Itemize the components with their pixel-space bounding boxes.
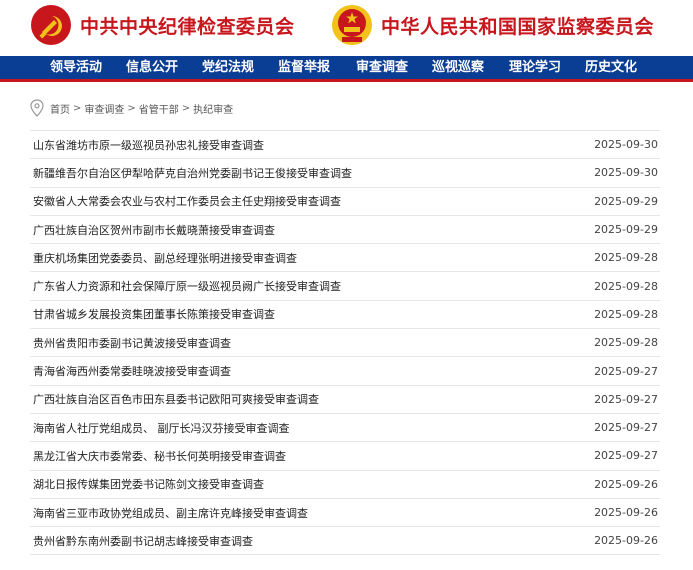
- article-date: 2025-09-29: [594, 194, 658, 208]
- list-item[interactable]: 广西壮族自治区贺州市副市长戴晓萧接受审查调查 2025-09-29: [30, 216, 660, 245]
- list-item[interactable]: 海南省三亚市政协党组成员、副主席许克峰接受审查调查 2025-09-26: [30, 499, 660, 528]
- national-emblem-icon: [332, 5, 372, 45]
- nsc-title: 中华人民共和国国家监察委员会: [381, 15, 655, 38]
- list-item[interactable]: 甘肃省城乡发展投资集团董事长陈策接受审查调查 2025-09-28: [30, 301, 660, 330]
- article-date: 2025-09-27: [594, 449, 658, 463]
- breadcrumb-provincial-officials[interactable]: 省管干部: [139, 101, 179, 116]
- list-item[interactable]: 黑龙江省大庆市委常委、秘书长何英明接受审查调查 2025-09-27: [30, 442, 660, 471]
- breadcrumb-investigation[interactable]: 审查调查: [84, 101, 124, 116]
- article-title[interactable]: 广西壮族自治区贺州市副市长戴晓萧接受审查调查: [30, 222, 275, 238]
- article-date: 2025-09-30: [594, 138, 658, 152]
- article-title[interactable]: 广东省人力资源和社会保障厅原一级巡视员阙广长接受审查调查: [30, 278, 341, 294]
- nav-item-leadership[interactable]: 领导活动: [50, 56, 102, 79]
- article-title[interactable]: 海南省人社厅党组成员、 副厅长冯汉芬接受审查调查: [30, 420, 290, 436]
- location-pin-icon: [30, 99, 44, 117]
- list-item[interactable]: 广西壮族自治区百色市田东县委书记欧阳可爽接受审查调查 2025-09-27: [30, 386, 660, 414]
- breadcrumb-home[interactable]: 首页: [50, 101, 70, 116]
- article-title[interactable]: 山东省潍坊市原一级巡视员孙忠礼接受审查调查: [30, 137, 264, 153]
- article-title[interactable]: 甘肃省城乡发展投资集团董事长陈策接受审查调查: [30, 306, 275, 322]
- article-title[interactable]: 新疆维吾尔自治区伊犁哈萨克自治州党委副书记王俊接受审查调查: [30, 165, 352, 181]
- article-date: 2025-09-27: [594, 421, 658, 435]
- article-title[interactable]: 贵州省贵阳市委副书记黄波接受审查调查: [30, 335, 231, 351]
- article-title[interactable]: 海南省三亚市政协党组成员、副主席许克峰接受审查调查: [30, 505, 308, 521]
- breadcrumb-separator: >: [127, 102, 136, 114]
- nsc-brand[interactable]: 中华人民共和国国家监察委员会: [331, 4, 654, 46]
- nav-item-history[interactable]: 历史文化: [585, 56, 637, 79]
- nav-item-inspection[interactable]: 巡视巡察: [432, 56, 484, 79]
- nav-item-information[interactable]: 信息公开: [126, 56, 178, 79]
- article-title[interactable]: 贵州省黔东南州委副书记胡志峰接受审查调查: [30, 533, 253, 549]
- site-header: 中共中央纪律检查委员会 中华人民共和国国家监察委员会: [0, 0, 693, 56]
- party-emblem-icon: [31, 5, 71, 45]
- article-date: 2025-09-28: [594, 279, 658, 293]
- article-title[interactable]: 安徽省人大常委会农业与农村工作委员会主任史翔接受审查调查: [30, 193, 341, 209]
- breadcrumb-discipline-review[interactable]: 执纪审查: [193, 101, 233, 116]
- list-item[interactable]: 青海省海西州委常委眭晓波接受审查调查 2025-09-27: [30, 357, 660, 386]
- list-item[interactable]: 广东省人力资源和社会保障厅原一级巡视员阙广长接受审查调查 2025-09-28: [30, 272, 660, 301]
- breadcrumb-separator: >: [73, 102, 82, 114]
- article-title[interactable]: 湖北日报传媒集团党委书记陈剑文接受审查调查: [30, 476, 264, 492]
- article-date: 2025-09-26: [594, 477, 658, 491]
- article-date: 2025-09-27: [594, 364, 658, 378]
- article-date: 2025-09-28: [594, 307, 658, 321]
- list-item[interactable]: 贵州省黔东南州委副书记胡志峰接受审查调查 2025-09-26: [30, 527, 660, 556]
- article-title[interactable]: 黑龙江省大庆市委常委、秘书长何英明接受审查调查: [30, 448, 286, 464]
- article-date: 2025-09-26: [594, 506, 658, 519]
- article-date: 2025-09-30: [594, 166, 658, 180]
- list-item[interactable]: 山东省潍坊市原一级巡视员孙忠礼接受审查调查 2025-09-30: [30, 131, 660, 160]
- article-title[interactable]: 重庆机场集团党委委员、副总经理张明进接受审查调查: [30, 250, 297, 266]
- list-item[interactable]: 重庆机场集团党委委员、副总经理张明进接受审查调查 2025-09-28: [30, 244, 660, 273]
- ccdi-title: 中共中央纪律检查委员会: [80, 15, 295, 38]
- article-date: 2025-09-27: [594, 392, 658, 406]
- article-date: 2025-09-26: [594, 534, 658, 548]
- article-title[interactable]: 青海省海西州委常委眭晓波接受审查调查: [30, 363, 231, 379]
- list-item[interactable]: 新疆维吾尔自治区伊犁哈萨克自治州党委副书记王俊接受审查调查 2025-09-30: [30, 159, 660, 188]
- article-date: 2025-09-28: [594, 251, 658, 265]
- list-item[interactable]: 湖北日报传媒集团党委书记陈剑文接受审查调查 2025-09-26: [30, 471, 660, 499]
- article-list: 山东省潍坊市原一级巡视员孙忠礼接受审查调查 2025-09-30 新疆维吾尔自治区…: [30, 130, 660, 556]
- nav-item-theory[interactable]: 理论学习: [509, 56, 561, 79]
- list-item[interactable]: 海南省人社厅党组成员、 副厅长冯汉芬接受审查调查 2025-09-27: [30, 414, 660, 443]
- breadcrumb-separator: >: [181, 102, 191, 114]
- list-item[interactable]: 贵州省贵阳市委副书记黄波接受审查调查 2025-09-28: [30, 329, 660, 358]
- nav-item-report[interactable]: 监督举报: [278, 56, 330, 79]
- nav-item-investigation[interactable]: 审查调查: [356, 56, 408, 79]
- article-title[interactable]: 广西壮族自治区百色市田东县委书记欧阳可爽接受审查调查: [30, 391, 319, 407]
- nav-item-regulations[interactable]: 党纪法规: [202, 56, 254, 79]
- list-item[interactable]: 安徽省人大常委会农业与农村工作委员会主任史翔接受审查调查 2025-09-29: [30, 188, 660, 216]
- article-date: 2025-09-28: [594, 336, 658, 350]
- breadcrumb: 首页 > 审查调查 > 省管干部 > 执纪审查: [30, 98, 233, 118]
- article-date: 2025-09-29: [594, 223, 658, 237]
- ccdi-brand[interactable]: 中共中央纪律检查委员会: [30, 4, 295, 46]
- main-nav: 领导活动 信息公开 党纪法规 监督举报 审查调查 巡视巡察 理论学习 历史文化: [0, 56, 693, 82]
